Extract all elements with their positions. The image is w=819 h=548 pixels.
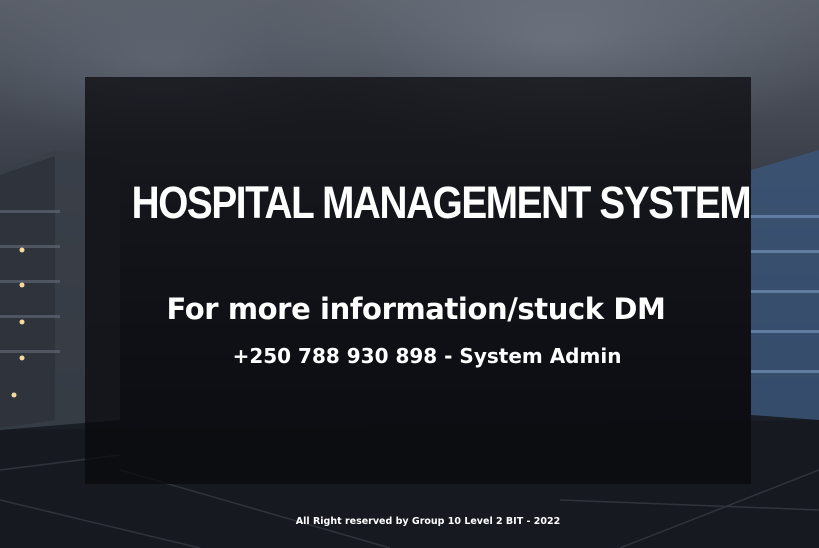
info-overlay-panel xyxy=(85,77,751,484)
footer-copyright: All Right reserved by Group 10 Level 2 B… xyxy=(295,516,561,527)
admin-contact: +250 788 930 898 - System Admin xyxy=(232,344,622,368)
info-message: For more information/stuck DM xyxy=(166,292,666,326)
page-title: HOSPITAL MANAGEMENT SYSTEM xyxy=(131,177,752,228)
